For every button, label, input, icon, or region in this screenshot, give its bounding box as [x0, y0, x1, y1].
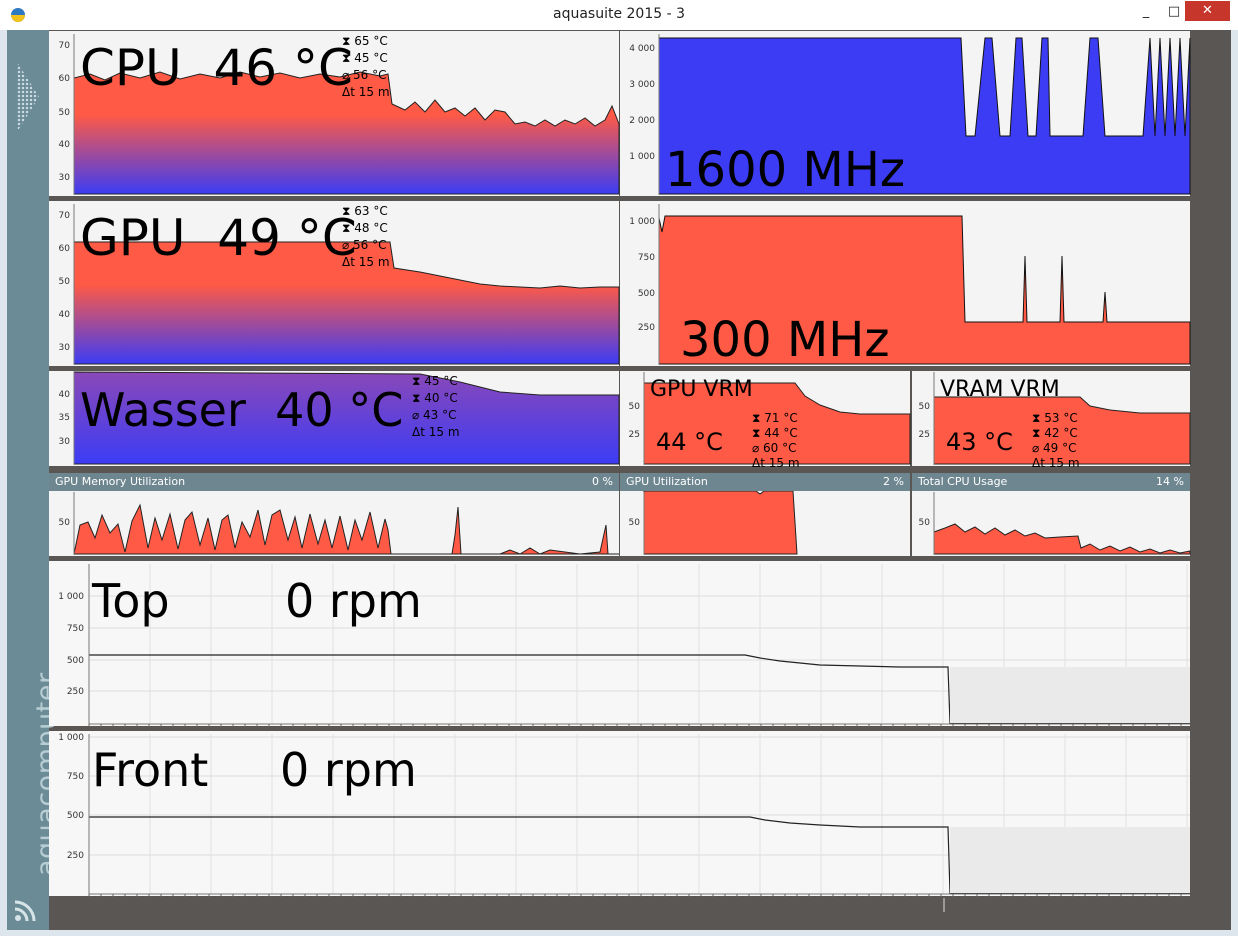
water-temp-label: Wasser	[80, 383, 246, 437]
gpu-clock-value: 300 MHz	[680, 312, 890, 368]
gpu-temp-min: 48 °C	[354, 221, 388, 235]
gpu-util-ytick: 50	[629, 518, 641, 528]
vram-vrm-max: 53 °C	[1044, 411, 1078, 425]
gpu-vrm-min: 44 °C	[764, 426, 798, 440]
gpu-mem-util-value: 0 %	[592, 475, 613, 488]
water-temp-value: 40 °C	[275, 383, 404, 437]
cpu-clock-ytick: 3 000	[629, 80, 655, 90]
gpu-temp-span: 15 m	[358, 255, 390, 269]
gpu-vrm-value: 44 °C	[656, 428, 723, 456]
vram-vrm-ytick: 25	[919, 430, 930, 440]
gpu-clock-ytick: 250	[638, 323, 655, 333]
gpu-temp-ytick: 40	[59, 310, 71, 320]
cpu-temp-stats: ⧗ 65 °C ⧗ 45 °C ⌀ 56 °C Δt 15 m	[342, 34, 390, 99]
water-temp-ytick: 35	[59, 413, 70, 423]
gpu-temp-readout: GPU 49 °C	[80, 208, 357, 268]
fan-front-ytick: 500	[67, 811, 84, 821]
cpu-temp-value: 46 °C	[213, 39, 353, 97]
water-temp-min: 40 °C	[424, 391, 458, 405]
cpu-clock-ytick: 1 000	[629, 152, 655, 162]
gpu-mem-util-title: GPU Memory Utilization	[55, 475, 186, 488]
gpu-temp-max: 63 °C	[354, 204, 388, 218]
gpu-mem-util-header: GPU Memory Utilization 0 %	[49, 473, 619, 491]
gpu-temp-ytick: 70	[59, 211, 71, 221]
vram-vrm-avg: 49 °C	[1043, 441, 1077, 455]
cpu-clock-ytick: 2 000	[629, 116, 655, 126]
vram-vrm-min: 42 °C	[1044, 426, 1078, 440]
cpu-clock-ytick: 4 000	[629, 44, 655, 54]
gpu-temp-ytick: 60	[59, 244, 71, 254]
cpu-temp-ytick: 30	[59, 173, 71, 183]
gpu-temp-ytick: 30	[59, 343, 71, 353]
cpu-usage-ytick: 50	[919, 518, 931, 528]
fan-front-idle-fill	[950, 827, 1190, 893]
vram-vrm-stats: ⧗ 53 °C ⧗ 42 °C ⌀ 49 °C Δt 15 m	[1032, 411, 1080, 470]
water-temp-avg: 43 °C	[423, 408, 457, 422]
water-temp-ytick: 30	[59, 437, 71, 447]
gpu-vrm-span: 15 m	[768, 456, 800, 470]
cpu-usage-title: Total CPU Usage	[918, 475, 1008, 488]
gpu-util-value: 2 %	[883, 475, 904, 488]
gpu-clock-ytick: 750	[638, 253, 655, 263]
fan-top-ytick: 250	[67, 687, 84, 697]
gpu-util-title: GPU Utilization	[626, 475, 708, 488]
gpu-temp-ytick: 50	[59, 277, 71, 287]
water-temp-max: 45 °C	[424, 374, 458, 388]
gpu-temp-avg: 56 °C	[353, 238, 387, 252]
vram-vrm-label: VRAM VRM	[940, 377, 1060, 402]
water-temp-span: 15 m	[428, 425, 460, 439]
gpu-clock-ytick: 500	[638, 289, 655, 299]
cpu-temp-ytick: 70	[59, 41, 71, 51]
fan-front-ytick: 250	[67, 851, 84, 861]
fan-front-ytick: 1 000	[58, 733, 84, 743]
gpu-vrm-label: GPU VRM	[650, 377, 753, 402]
gpu-temp-label: GPU	[80, 209, 186, 267]
fan-top-label: Top	[92, 574, 170, 628]
cpu-temp-label: CPU	[80, 39, 182, 97]
gpu-vrm-avg: 60 °C	[763, 441, 797, 455]
fan-top-ytick: 1 000	[58, 592, 84, 602]
water-temp-ytick: 40	[59, 390, 71, 400]
gpu-util-header: GPU Utilization 2 %	[620, 473, 910, 491]
cpu-clock-value: 1600 MHz	[665, 142, 906, 198]
cpu-temp-ytick: 50	[59, 108, 71, 118]
cpu-temp-ytick: 60	[59, 74, 71, 84]
cpu-temp-span: 15 m	[358, 85, 390, 99]
gpu-vrm-max: 71 °C	[764, 411, 798, 425]
cpu-temp-ytick: 40	[59, 140, 71, 150]
fan-top-value: 0 rpm	[285, 574, 422, 628]
cpu-usage-header: Total CPU Usage 14 %	[912, 473, 1190, 491]
gpu-vrm-ytick: 25	[629, 430, 640, 440]
fan-front-ytick: 750	[67, 772, 84, 782]
fan-top-idle-fill	[950, 667, 1190, 723]
water-temp-readout: Wasser 40 °C	[80, 383, 403, 437]
vram-vrm-span: 15 m	[1048, 456, 1080, 470]
fan-top-ytick: 500	[67, 656, 84, 666]
gpu-clock-ytick: 1 000	[629, 217, 655, 227]
cpu-temp-avg: 56 °C	[353, 68, 387, 82]
cpu-temp-readout: CPU 46 °C	[80, 38, 353, 98]
fan-front-label: Front	[92, 743, 209, 797]
cpu-usage-value: 14 %	[1156, 475, 1184, 488]
water-temp-stats: ⧗ 45 °C ⧗ 40 °C ⌀ 43 °C Δt 15 m	[412, 374, 460, 439]
gpu-temp-stats: ⧗ 63 °C ⧗ 48 °C ⌀ 56 °C Δt 15 m	[342, 204, 390, 269]
fan-top-ytick: 750	[67, 624, 84, 634]
cpu-temp-max: 65 °C	[354, 34, 388, 48]
vram-vrm-ytick: 50	[919, 402, 931, 412]
cpu-temp-min: 45 °C	[354, 51, 388, 65]
vram-vrm-value: 43 °C	[946, 428, 1013, 456]
gpu-mem-util-ytick: 50	[59, 518, 71, 528]
fan-front-value: 0 rpm	[280, 743, 417, 797]
gpu-util-area	[643, 490, 798, 555]
gpu-temp-value: 49 °C	[217, 209, 357, 267]
gpu-vrm-ytick: 50	[629, 402, 641, 412]
gpu-vrm-stats: ⧗ 71 °C ⧗ 44 °C ⌀ 60 °C Δt 15 m	[752, 411, 800, 470]
